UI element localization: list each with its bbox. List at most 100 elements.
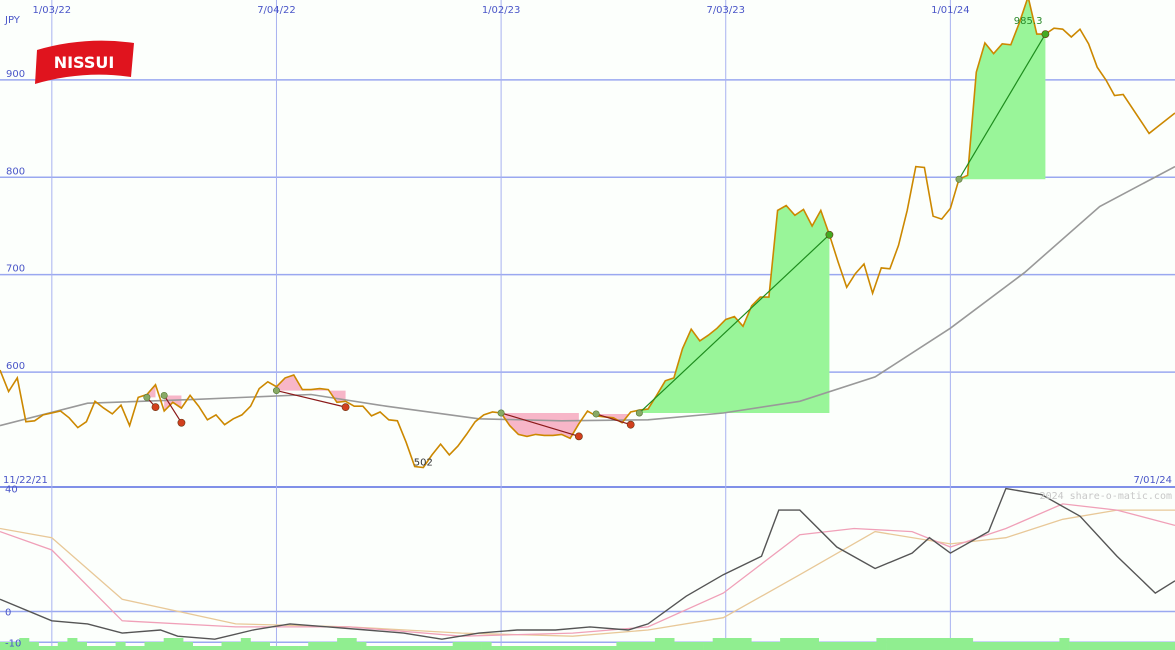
- volume-bar: [722, 638, 733, 650]
- volume-bar: [462, 642, 473, 650]
- date-tick-label: 7/04/22: [257, 5, 296, 16]
- volume-bar: [154, 642, 165, 650]
- volume-bar: [317, 642, 328, 650]
- volume-bar: [924, 638, 935, 650]
- volume-bar: [423, 646, 434, 650]
- volume-bar: [654, 638, 665, 650]
- volume-bar: [491, 646, 502, 650]
- volume-bar: [1126, 642, 1137, 650]
- volume-bar: [202, 646, 213, 650]
- min-value-label: 502: [414, 458, 433, 469]
- volume-bar: [86, 646, 97, 650]
- volume-bar: [394, 646, 405, 650]
- volume-bar: [568, 646, 579, 650]
- volume-bar: [664, 638, 675, 650]
- volume-bar: [683, 642, 694, 650]
- price-tick-label: 700: [6, 264, 25, 275]
- volume-bar: [231, 642, 242, 650]
- volume-bar: [558, 646, 569, 650]
- volume-bar: [770, 642, 781, 650]
- date-tick-label: 7/03/23: [706, 5, 745, 16]
- volume-bar: [982, 642, 993, 650]
- volume-bar: [1011, 642, 1022, 650]
- volume-bar: [67, 638, 78, 650]
- volume-bar: [452, 642, 463, 650]
- watermark: 2024 share-o-matic.com: [1040, 491, 1172, 502]
- trend-start-marker: [497, 409, 505, 417]
- volume-bar: [1117, 642, 1128, 650]
- volume-bar: [953, 638, 964, 650]
- volume-bar: [57, 642, 68, 650]
- date-tick-label: 1/01/24: [931, 5, 970, 16]
- volume-bar: [606, 646, 617, 650]
- date-tick-label: 1/03/22: [33, 5, 72, 16]
- volume-bar: [385, 646, 396, 650]
- trend-end-marker: [1041, 30, 1050, 38]
- volume-bar: [1155, 642, 1166, 650]
- volume-bar: [972, 642, 983, 650]
- trend-start-marker: [635, 409, 643, 417]
- volume-bar: [876, 638, 887, 650]
- volume-bar: [760, 642, 771, 650]
- volume-bar: [799, 638, 810, 650]
- trend-end-marker: [574, 432, 583, 441]
- indicator-tick-label: 40: [5, 485, 18, 496]
- volume-bar: [828, 642, 839, 650]
- volume-bar: [1078, 642, 1089, 650]
- volume-bar: [577, 646, 588, 650]
- logo-text: NISSUI: [54, 53, 115, 72]
- price-tick-label: 600: [6, 361, 25, 372]
- volume-bar: [221, 642, 232, 650]
- volume-bar: [356, 642, 367, 650]
- volume-bar: [250, 642, 261, 650]
- volume-bar: [1069, 642, 1080, 650]
- volume-bar: [635, 642, 646, 650]
- volume-bar: [529, 646, 540, 650]
- volume-bar: [1136, 642, 1147, 650]
- volume-bar: [895, 638, 906, 650]
- volume-bar: [992, 642, 1002, 650]
- volume-bar: [886, 638, 897, 650]
- volume-bar: [866, 642, 877, 650]
- volume-bar: [510, 646, 521, 650]
- volume-bar: [471, 642, 482, 650]
- volume-bar: [211, 646, 222, 650]
- volume-bar: [645, 642, 656, 650]
- trend-start-marker: [143, 393, 151, 401]
- range-start-label: 11/22/21: [3, 475, 48, 486]
- max-value-label: 985.3: [1014, 16, 1043, 27]
- volume-bar: [963, 638, 974, 650]
- volume-bar: [481, 642, 492, 650]
- volume-bar: [28, 642, 39, 650]
- volume-bar: [414, 646, 425, 650]
- volume-bar: [1020, 642, 1031, 650]
- volume-bar: [346, 638, 357, 650]
- volume-bar: [375, 646, 386, 650]
- trend-end-marker: [825, 230, 834, 239]
- volume-bar: [1049, 642, 1060, 650]
- volume-bar: [173, 638, 184, 650]
- volume-bar: [366, 646, 376, 650]
- volume-bar: [732, 638, 742, 650]
- volume-bar: [298, 646, 309, 650]
- volume-bar: [1030, 642, 1041, 650]
- volume-bar: [183, 642, 193, 650]
- volume-bar: [269, 646, 280, 650]
- volume-bar: [1088, 642, 1099, 650]
- volume-bar: [780, 638, 791, 650]
- price-tick-label: 900: [6, 69, 25, 80]
- volume-bar: [693, 642, 704, 650]
- volume-bar: [279, 646, 290, 650]
- volume-bar: [1040, 642, 1051, 650]
- volume-bar: [539, 646, 550, 650]
- volume-bar: [240, 638, 251, 650]
- volume-bar: [260, 642, 270, 650]
- price-tick-label: 800: [6, 166, 25, 177]
- volume-bar: [192, 646, 203, 650]
- volume-bar: [943, 638, 954, 650]
- trend-start-marker: [160, 391, 168, 399]
- volume-bar: [1165, 642, 1175, 650]
- volume-bar: [1107, 642, 1118, 650]
- volume-bar: [934, 638, 945, 650]
- volume-bar: [38, 646, 49, 650]
